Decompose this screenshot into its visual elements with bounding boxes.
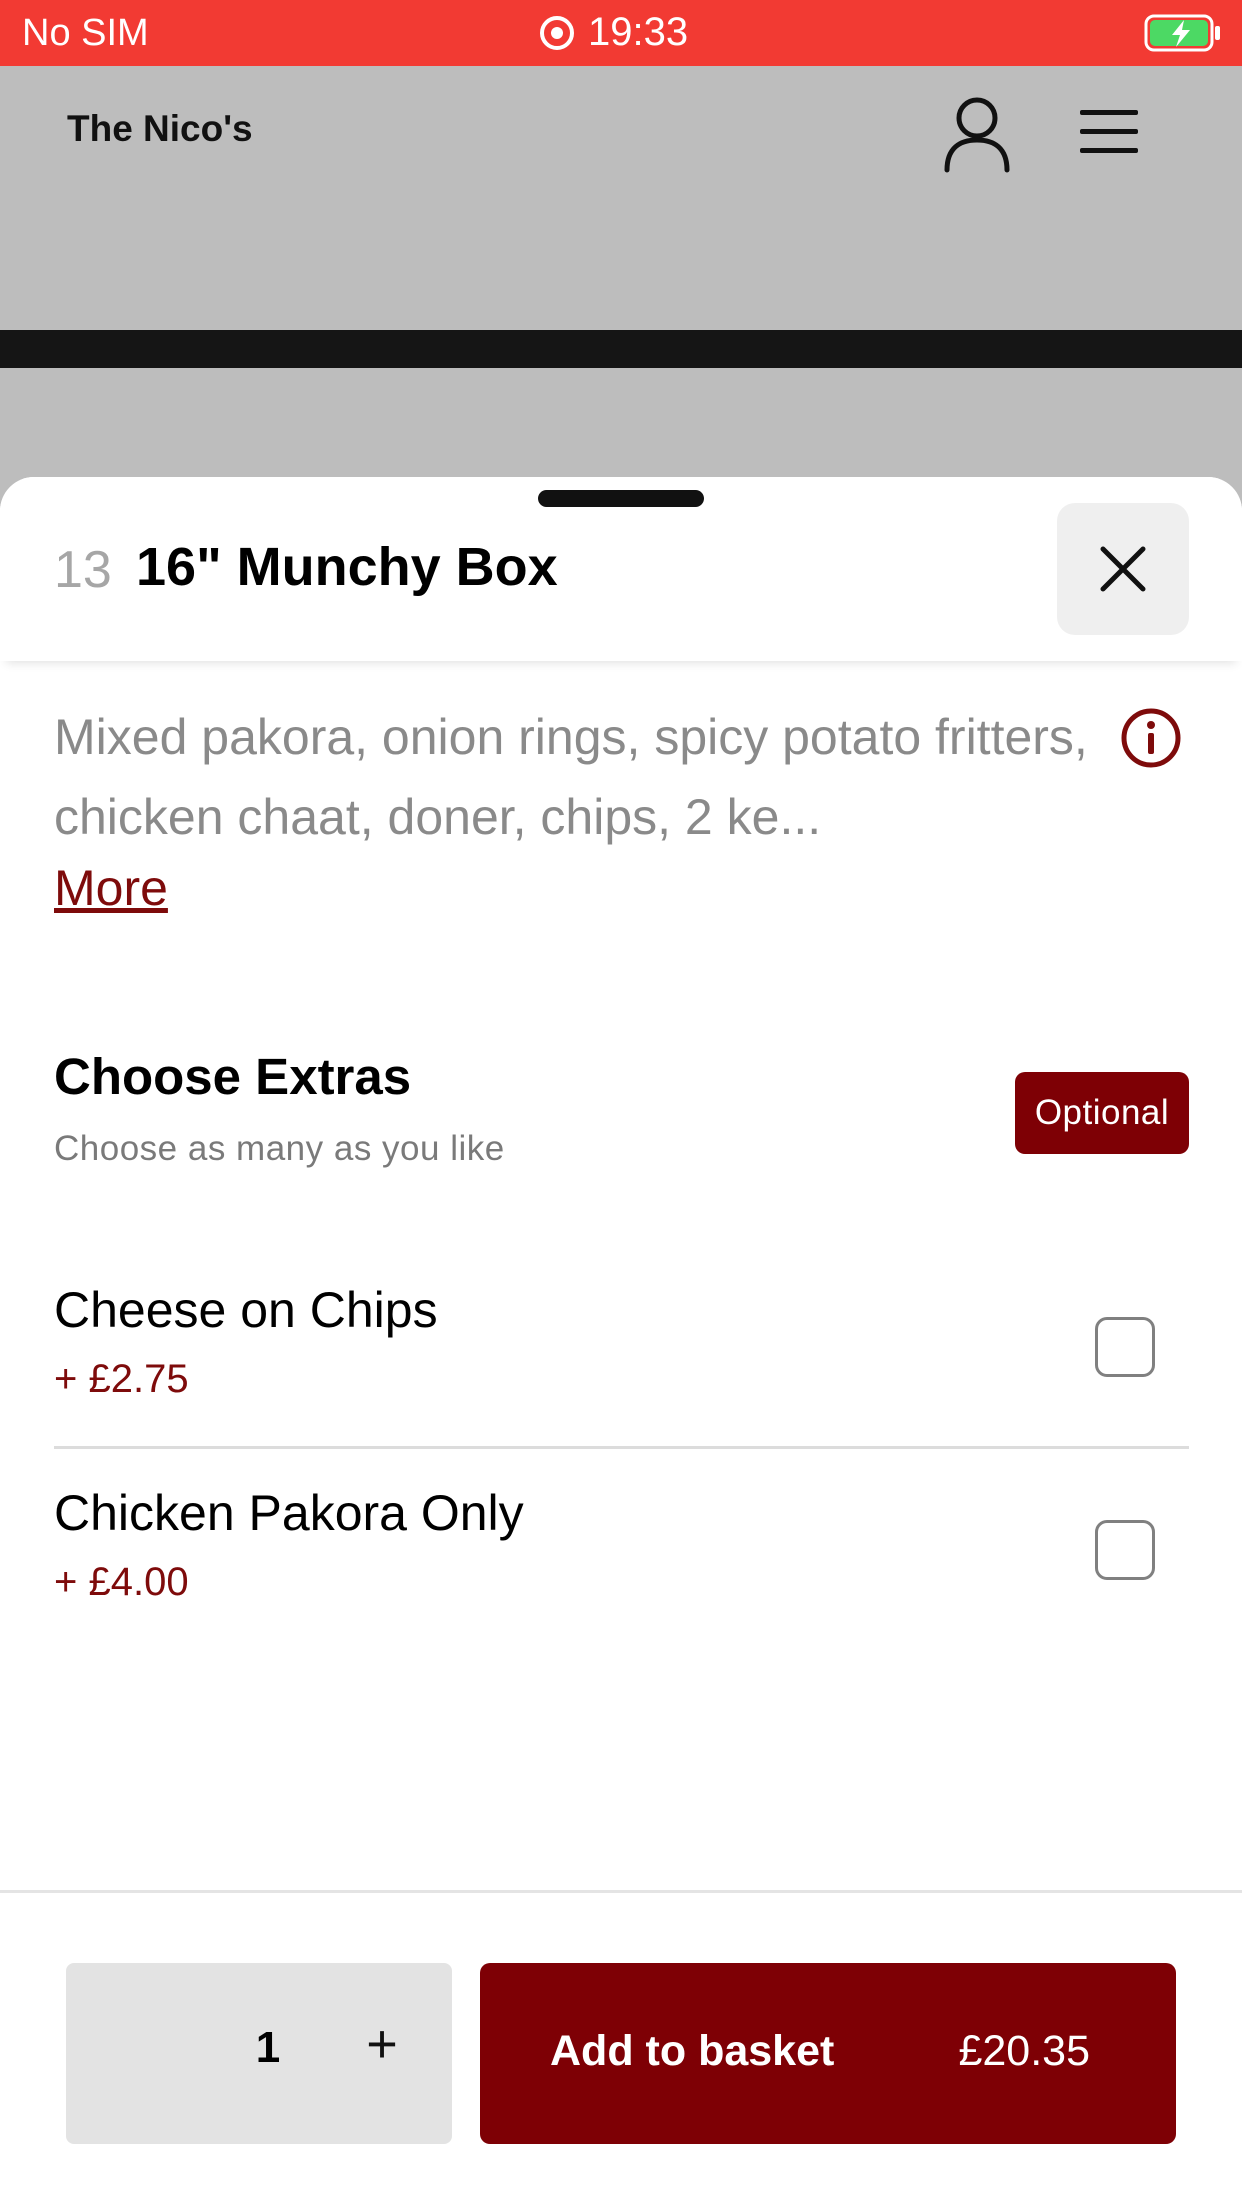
option-name: Chicken Pakora Only — [54, 1485, 524, 1541]
quantity-stepper[interactable]: 1 + — [66, 1963, 452, 2144]
extra-option-chicken-pakora-only[interactable]: Chicken Pakora Only + £4.00 — [54, 1450, 1189, 1652]
item-description: Mixed pakora, onion rings, spicy potato … — [54, 709, 1088, 845]
clock: 19:33 — [588, 10, 689, 54]
add-to-basket-label: Add to basket — [550, 2027, 835, 2075]
hero-image-strip — [0, 330, 1242, 368]
restaurant-title[interactable]: The Nico's — [67, 108, 253, 150]
more-link[interactable]: More — [54, 859, 168, 917]
optional-badge: Optional — [1015, 1072, 1189, 1154]
hamburger-menu-icon[interactable] — [1078, 108, 1140, 156]
sheet-footer: 1 + Add to basket £20.35 — [0, 1890, 1242, 2208]
sheet-grabber[interactable] — [538, 490, 704, 507]
info-icon[interactable] — [1120, 707, 1182, 769]
carrier-label: No SIM — [22, 12, 149, 54]
option-checkbox[interactable] — [1095, 1317, 1155, 1377]
increment-button[interactable]: + — [352, 2013, 412, 2075]
option-name: Cheese on Chips — [54, 1282, 438, 1338]
close-icon — [1100, 546, 1146, 592]
option-checkbox[interactable] — [1095, 1520, 1155, 1580]
item-number: 13 — [54, 541, 112, 599]
option-price: + £4.00 — [54, 1560, 189, 1604]
extra-option-cheese-on-chips[interactable]: Cheese on Chips + £2.75 — [54, 1247, 1189, 1449]
close-button[interactable] — [1057, 503, 1189, 635]
extras-subtitle: Choose as many as you like — [54, 1129, 505, 1168]
extras-title: Choose Extras — [54, 1048, 412, 1105]
add-to-basket-button[interactable]: Add to basket £20.35 — [480, 1963, 1176, 2144]
basket-total: £20.35 — [958, 2027, 1090, 2075]
user-icon[interactable] — [942, 94, 1012, 174]
battery-charging-icon — [1144, 14, 1220, 52]
option-price: + £2.75 — [54, 1357, 189, 1401]
status-center: 19:33 — [540, 10, 688, 55]
item-name: 16" Munchy Box — [136, 537, 558, 597]
status-bar: No SIM 19:33 — [0, 0, 1242, 66]
screen-recording-icon — [540, 15, 574, 50]
app-header — [0, 66, 1242, 330]
quantity-value: 1 — [255, 2023, 281, 2072]
sheet-header: 13 16" Munchy Box — [0, 477, 1242, 661]
